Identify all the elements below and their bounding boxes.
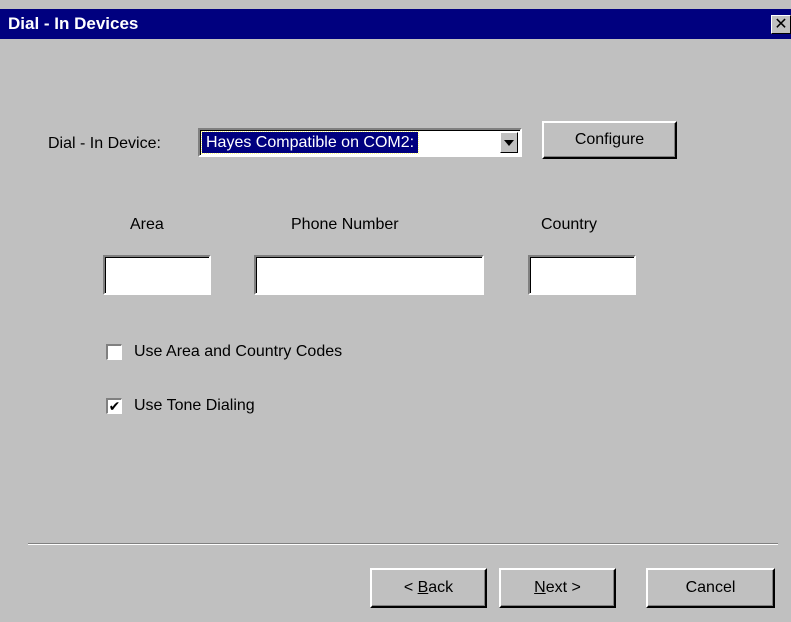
use-tone-dialing-checkbox[interactable]: ✔ — [106, 398, 122, 414]
dial-in-devices-dialog: Dial - In Devices ✕ Dial - In Device: Ha… — [0, 0, 791, 622]
dial-in-device-combobox[interactable]: Hayes Compatible on COM2: — [198, 128, 522, 157]
area-input[interactable] — [103, 255, 211, 295]
divider — [28, 543, 778, 545]
dial-in-device-selected: Hayes Compatible on COM2: — [200, 131, 420, 154]
next-button-label: Next > — [534, 579, 581, 596]
window-title: Dial - In Devices — [8, 14, 139, 33]
chevron-down-icon[interactable] — [500, 132, 518, 153]
back-button-label: < Back — [403, 579, 454, 596]
use-area-country-codes-checkbox[interactable] — [106, 344, 122, 360]
close-icon[interactable]: ✕ — [771, 15, 791, 34]
next-button[interactable]: Next > — [499, 568, 616, 608]
cancel-button-label: Cancel — [685, 579, 736, 596]
phone-number-input[interactable] — [254, 255, 484, 295]
back-button[interactable]: < Back — [370, 568, 487, 608]
country-input[interactable] — [528, 255, 636, 295]
cancel-button[interactable]: Cancel — [646, 568, 775, 608]
use-area-country-codes-label[interactable]: Use Area and Country Codes — [134, 343, 342, 361]
phone-number-label: Phone Number — [291, 216, 399, 233]
dial-in-device-label: Dial - In Device: — [48, 135, 161, 152]
title-bar: Dial - In Devices ✕ — [0, 9, 791, 39]
configure-button[interactable]: Configure — [542, 121, 677, 159]
country-label: Country — [541, 216, 598, 233]
configure-button-label: Configure — [574, 131, 645, 148]
area-label: Area — [130, 216, 164, 233]
use-tone-dialing-label[interactable]: Use Tone Dialing — [134, 397, 255, 415]
